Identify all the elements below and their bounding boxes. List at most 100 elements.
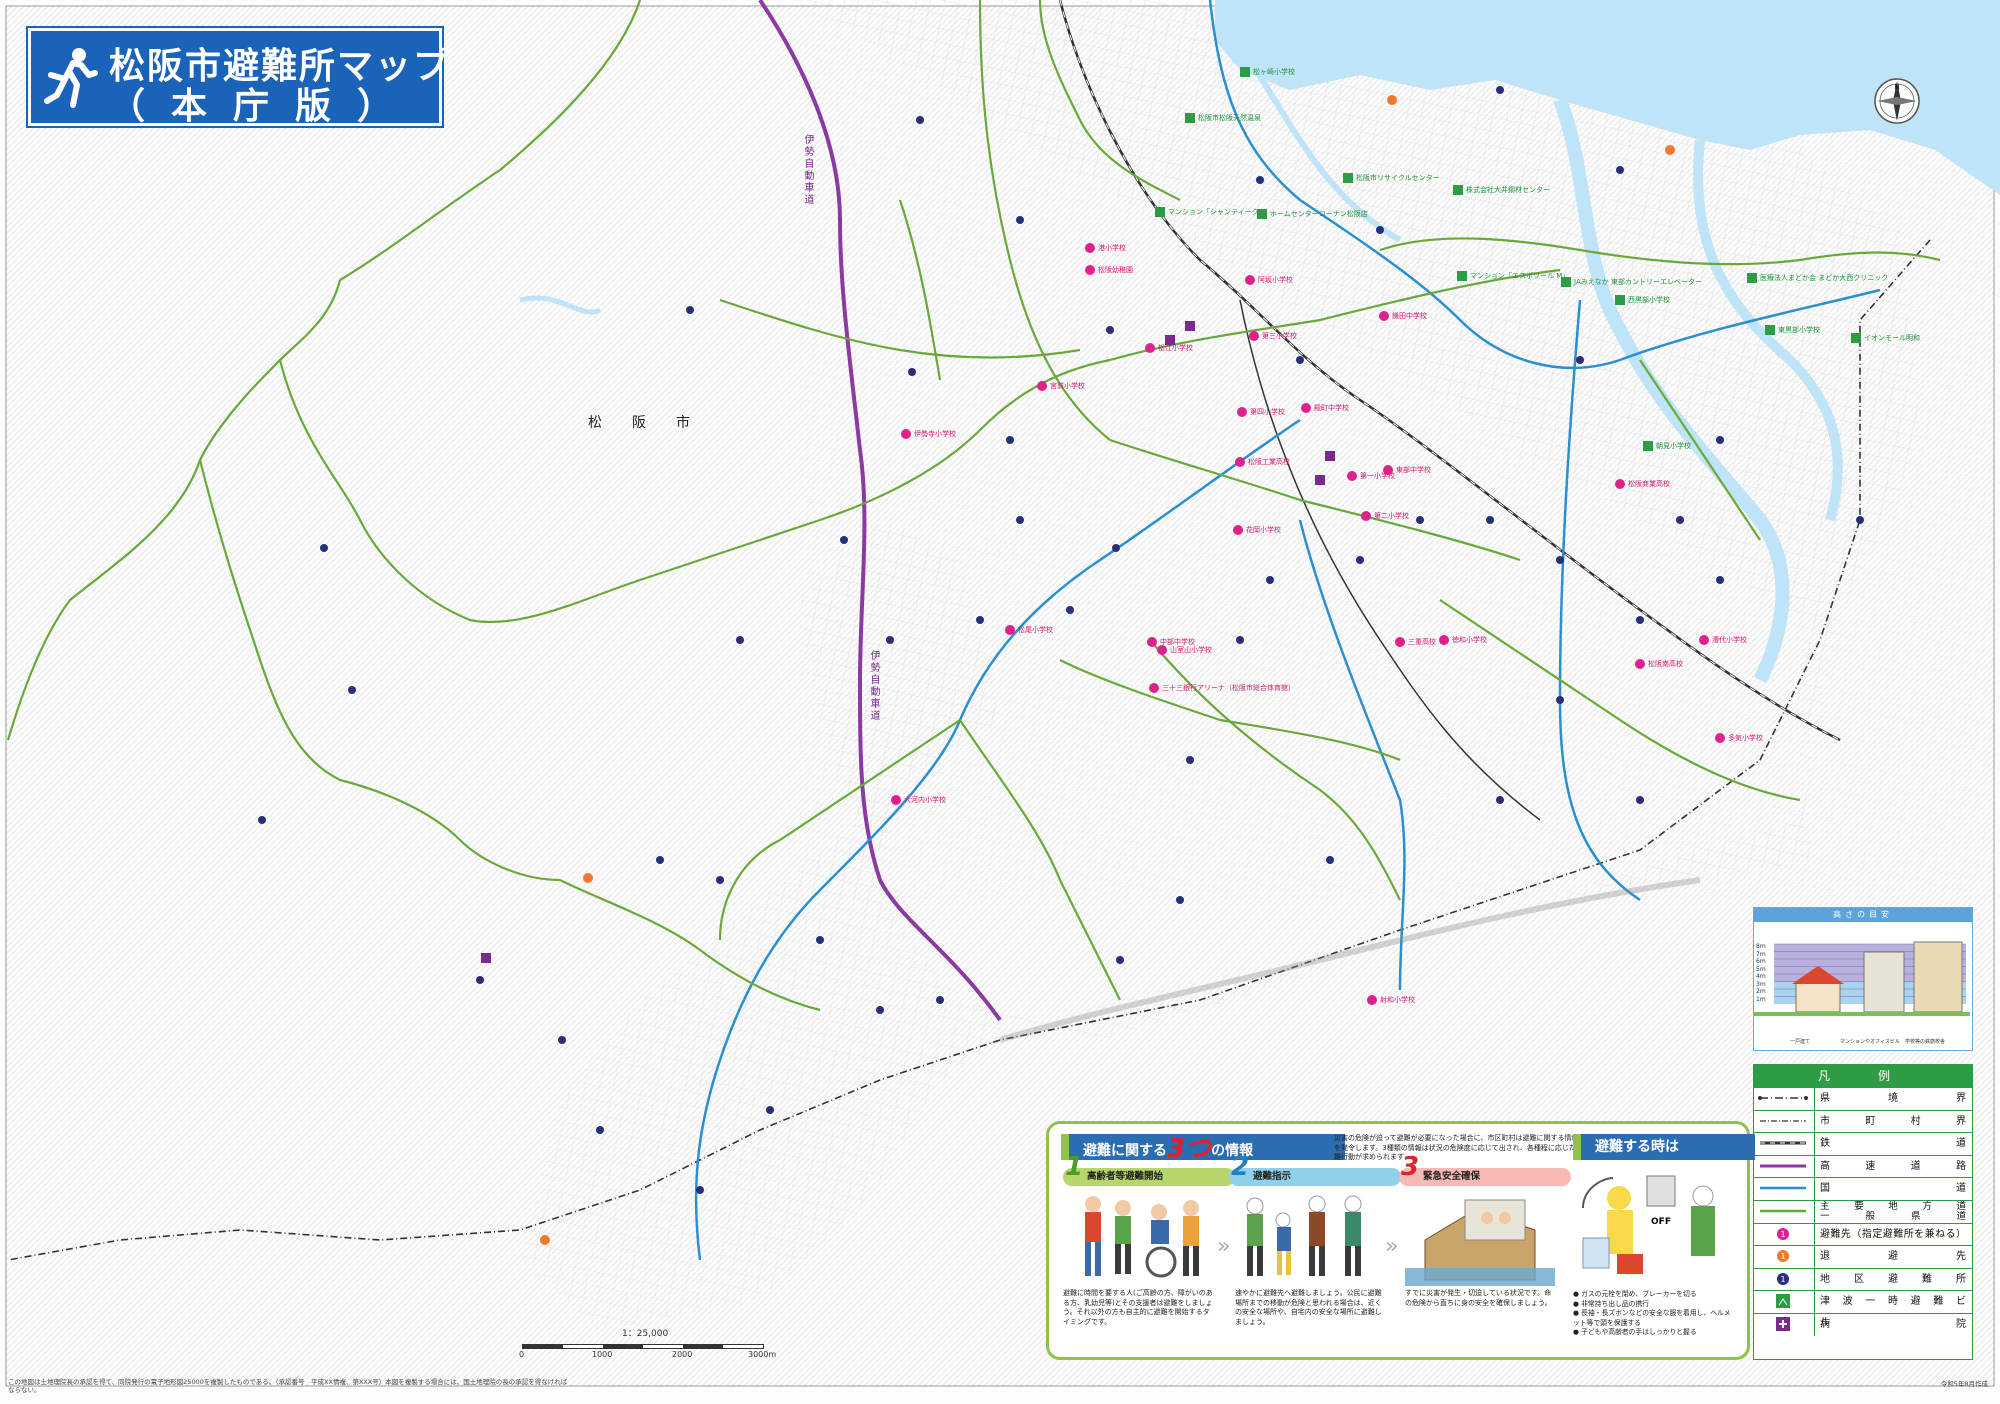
shelter-label[interactable]: イオンモール明和 [1864, 334, 1920, 342]
tsunami-building-marker[interactable] [1457, 271, 1467, 281]
shelter-label[interactable]: 宮前小学校 [1050, 382, 1085, 390]
district-shelter-marker[interactable] [1016, 516, 1024, 524]
district-shelter-marker[interactable] [1296, 356, 1304, 364]
tsunami-building-marker[interactable] [1851, 333, 1861, 343]
evacuation-site-marker[interactable] [1235, 457, 1245, 467]
shelter-label[interactable]: 山室山小学校 [1170, 646, 1212, 654]
district-shelter-marker[interactable] [1266, 576, 1274, 584]
district-shelter-marker[interactable] [1636, 616, 1644, 624]
evacuation-site-marker[interactable] [1037, 381, 1047, 391]
tsunami-building-marker[interactable] [1747, 273, 1757, 283]
tsunami-building-marker[interactable] [1615, 295, 1625, 305]
district-shelter-marker[interactable] [1716, 436, 1724, 444]
refuge-site-marker[interactable] [1387, 95, 1397, 105]
evacuation-site-marker[interactable] [1439, 635, 1449, 645]
district-shelter-marker[interactable] [736, 636, 744, 644]
shelter-label[interactable]: 松阪商業高校 [1628, 480, 1670, 488]
district-shelter-marker[interactable] [1326, 856, 1334, 864]
shelter-label[interactable]: 第一小学校 [1360, 472, 1395, 480]
shelter-label[interactable]: 西黒部小学校 [1628, 296, 1670, 304]
district-shelter-marker[interactable] [1176, 896, 1184, 904]
shelter-label[interactable]: 三重高校 [1408, 638, 1436, 646]
district-shelter-marker[interactable] [476, 976, 484, 984]
shelter-label[interactable]: 第三小学校 [1262, 332, 1297, 340]
shelter-label[interactable]: 松阪市リサイクルセンター [1356, 174, 1440, 182]
shelter-label[interactable]: 三十三銀行アリーナ（松阪市総合体育館） [1162, 684, 1295, 692]
district-shelter-marker[interactable] [1556, 696, 1564, 704]
shelter-label[interactable]: マンション「エスポワール M」 [1470, 272, 1569, 280]
district-shelter-marker[interactable] [876, 1006, 884, 1014]
shelter-label[interactable]: 徳和小学校 [1452, 636, 1487, 644]
evacuation-site-marker[interactable] [1395, 637, 1405, 647]
tsunami-building-marker[interactable] [1155, 207, 1165, 217]
evacuation-site-marker[interactable] [1379, 311, 1389, 321]
shelter-label[interactable]: 朝見小学校 [1656, 442, 1691, 450]
district-shelter-marker[interactable] [1112, 544, 1120, 552]
district-shelter-marker[interactable] [558, 1036, 566, 1044]
shelter-label[interactable]: 松江小学校 [1158, 344, 1193, 352]
district-shelter-marker[interactable] [258, 816, 266, 824]
shelter-label[interactable]: 松阪南高校 [1648, 660, 1683, 668]
shelter-label[interactable]: 松尾小学校 [1018, 626, 1053, 634]
hospital-marker[interactable] [1325, 451, 1335, 461]
shelter-label[interactable]: ホームセンターコーナン松阪店 [1270, 210, 1368, 218]
shelter-label[interactable]: 阿坂小学校 [1258, 276, 1293, 284]
evacuation-site-marker[interactable] [1245, 275, 1255, 285]
district-shelter-marker[interactable] [1676, 516, 1684, 524]
shelter-label[interactable]: 港小学校 [1098, 244, 1126, 252]
evacuation-site-marker[interactable] [901, 429, 911, 439]
shelter-label[interactable]: 医療法人まどか会 まどか大西クリニック [1760, 274, 1888, 282]
shelter-label[interactable]: 大河内小学校 [904, 796, 946, 804]
evacuation-site-marker[interactable] [1237, 407, 1247, 417]
shelter-label[interactable]: 伊勢寺小学校 [914, 430, 956, 438]
evacuation-site-marker[interactable] [1145, 343, 1155, 353]
tsunami-building-marker[interactable] [1643, 441, 1653, 451]
evacuation-site-marker[interactable] [1367, 995, 1377, 1005]
evacuation-site-marker[interactable] [1615, 479, 1625, 489]
district-shelter-marker[interactable] [936, 996, 944, 1004]
evacuation-site-marker[interactable] [1147, 637, 1157, 647]
district-shelter-marker[interactable] [1106, 326, 1114, 334]
district-shelter-marker[interactable] [916, 116, 924, 124]
shelter-label[interactable]: 鎌田中学校 [1392, 312, 1427, 320]
district-shelter-marker[interactable] [840, 536, 848, 544]
district-shelter-marker[interactable] [1256, 176, 1264, 184]
shelter-label[interactable]: 殿町中学校 [1314, 404, 1349, 412]
evacuation-site-marker[interactable] [1157, 645, 1167, 655]
refuge-site-marker[interactable] [583, 873, 593, 883]
evacuation-site-marker[interactable] [1301, 403, 1311, 413]
evacuation-site-marker[interactable] [1233, 525, 1243, 535]
district-shelter-marker[interactable] [1576, 356, 1584, 364]
shelter-label[interactable]: 松阪幼稚園 [1098, 266, 1133, 274]
district-shelter-marker[interactable] [656, 856, 664, 864]
shelter-label[interactable]: 松ヶ崎小学校 [1253, 68, 1295, 76]
evacuation-site-marker[interactable] [1347, 471, 1357, 481]
district-shelter-marker[interactable] [816, 936, 824, 944]
district-shelter-marker[interactable] [1496, 796, 1504, 804]
district-shelter-marker[interactable] [1556, 556, 1564, 564]
shelter-label[interactable]: 漕代小学校 [1712, 636, 1747, 644]
shelter-label[interactable]: 多気小学校 [1728, 734, 1763, 742]
district-shelter-marker[interactable] [1486, 516, 1494, 524]
district-shelter-marker[interactable] [1496, 86, 1504, 94]
evacuation-site-marker[interactable] [1361, 511, 1371, 521]
district-shelter-marker[interactable] [716, 876, 724, 884]
shelter-label[interactable]: 射和小学校 [1380, 996, 1415, 1004]
hospital-marker[interactable] [1315, 475, 1325, 485]
district-shelter-marker[interactable] [1356, 556, 1364, 564]
tsunami-building-marker[interactable] [1185, 113, 1195, 123]
shelter-label[interactable]: 松阪工業高校 [1248, 458, 1290, 466]
district-shelter-marker[interactable] [596, 1126, 604, 1134]
district-shelter-marker[interactable] [976, 616, 984, 624]
district-shelter-marker[interactable] [1856, 516, 1864, 524]
evacuation-site-marker[interactable] [1249, 331, 1259, 341]
district-shelter-marker[interactable] [908, 368, 916, 376]
district-shelter-marker[interactable] [1636, 796, 1644, 804]
evacuation-site-marker[interactable] [1715, 733, 1725, 743]
evacuation-site-marker[interactable] [1085, 265, 1095, 275]
district-shelter-marker[interactable] [686, 306, 694, 314]
district-shelter-marker[interactable] [1236, 636, 1244, 644]
hospital-marker[interactable] [1185, 321, 1195, 331]
shelter-label[interactable]: 第四小学校 [1250, 408, 1285, 416]
shelter-label[interactable]: 松阪市松阪天然温泉 [1198, 114, 1261, 122]
